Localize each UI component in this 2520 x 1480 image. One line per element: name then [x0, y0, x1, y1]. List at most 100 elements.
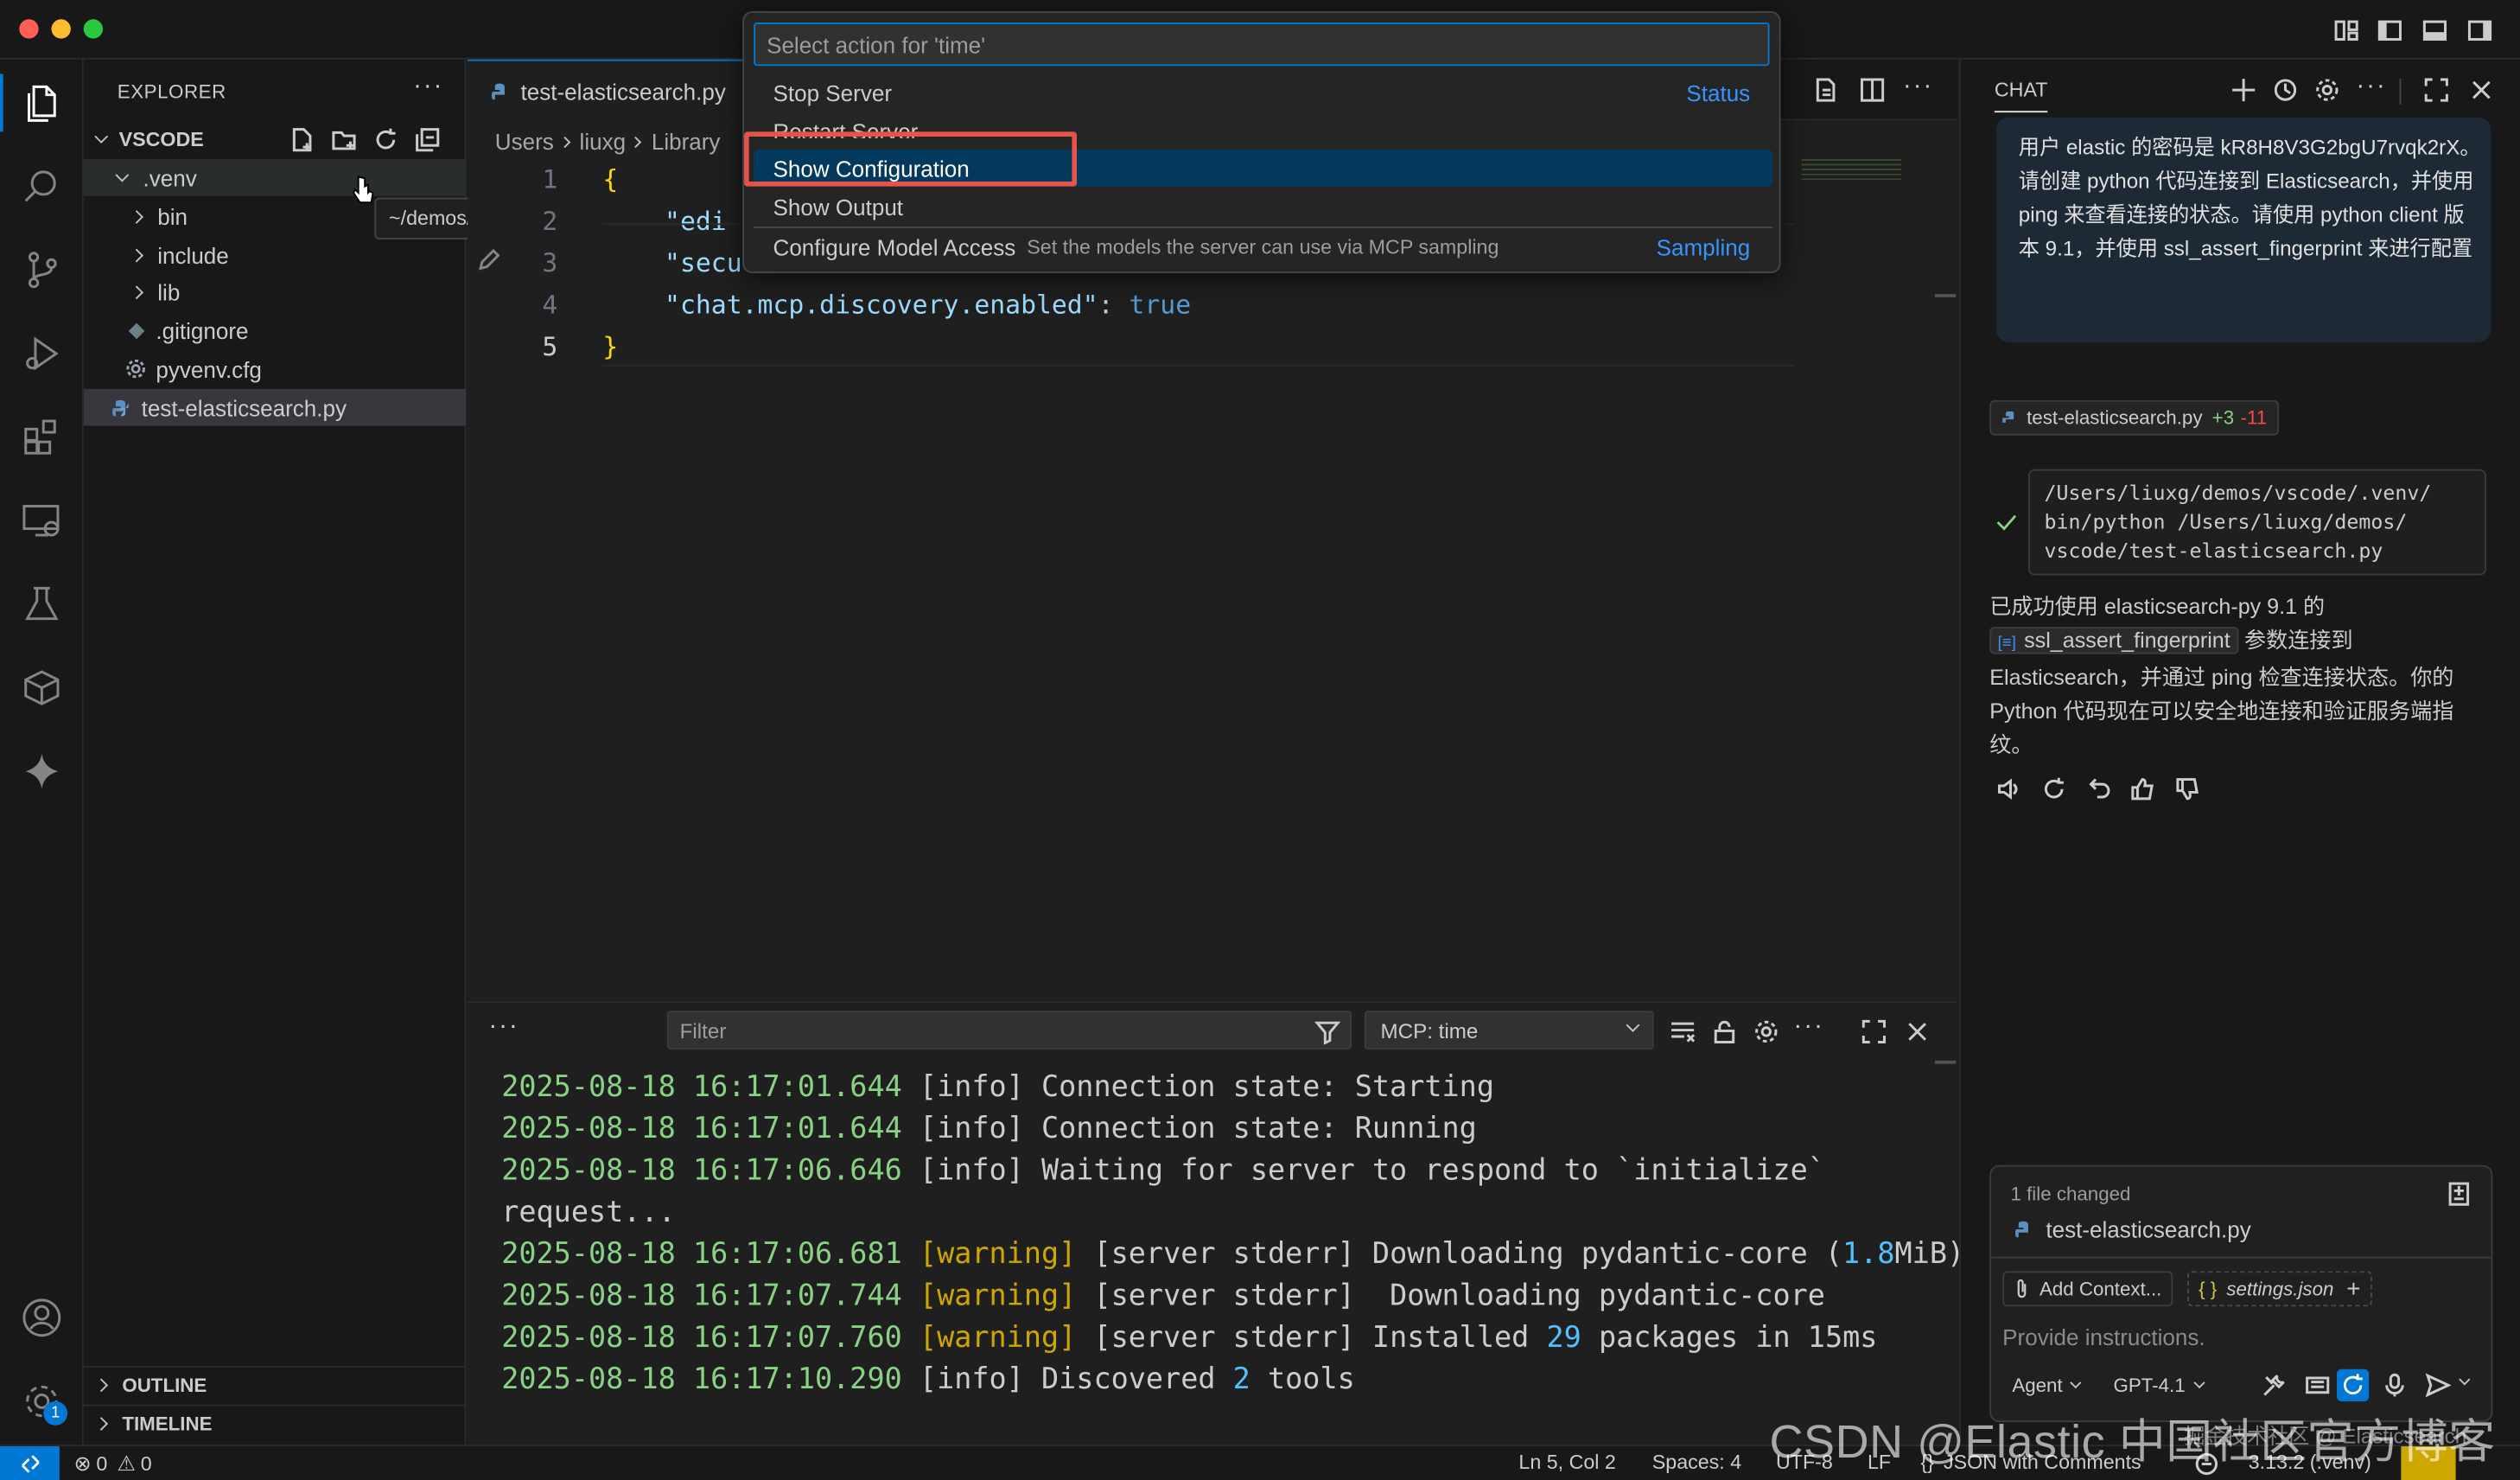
cursor-position[interactable]: Ln 5, Col 2: [1518, 1451, 1615, 1474]
quick-pick-item-stop-server[interactable]: Stop Server Status: [754, 74, 1772, 112]
changed-file-name: test-elasticsearch.py: [2046, 1216, 2251, 1242]
toggle-secondary-sidebar-icon[interactable]: [2467, 17, 2493, 43]
minimize-window-button[interactable]: [51, 19, 71, 39]
search-icon[interactable]: [16, 161, 68, 212]
new-file-icon[interactable]: [290, 127, 315, 153]
copilot-sparkle-icon[interactable]: [16, 746, 68, 797]
quick-pick-item-show-output[interactable]: Show Output: [754, 188, 1772, 225]
retry-icon[interactable]: [2041, 776, 2067, 802]
quick-pick-item-configure-model-access[interactable]: Configure Model Access Set the models th…: [754, 228, 1772, 265]
thumbs-down-icon[interactable]: [2174, 776, 2200, 802]
tree-item-pyvenv[interactable]: pyvenv.cfg: [84, 350, 467, 387]
chat-history-icon[interactable]: [2273, 77, 2299, 103]
tree-item-test-elasticsearch[interactable]: test-elasticsearch.py: [83, 388, 467, 426]
keyboard-icon[interactable]: [2305, 1373, 2331, 1399]
microphone-icon[interactable]: [2382, 1373, 2408, 1399]
read-aloud-icon[interactable]: [1996, 776, 2022, 802]
separator: [2399, 79, 2402, 105]
code-line: "edi: [602, 201, 727, 242]
remote-indicator[interactable]: [0, 1446, 60, 1480]
context-file-chip[interactable]: { } settings.json +: [2187, 1271, 2372, 1307]
remote-explorer-icon[interactable]: [16, 495, 68, 546]
edit-pencil-icon: [479, 249, 500, 271]
item-label: Stop Server: [773, 80, 893, 105]
source-control-icon[interactable]: [16, 245, 68, 296]
mode-picker[interactable]: Agent: [2012, 1374, 2083, 1396]
tree-item-label: .gitignore: [156, 317, 249, 343]
explorer-icon[interactable]: [16, 77, 68, 128]
send-icon[interactable]: [2425, 1373, 2452, 1399]
maximize-window-button[interactable]: [83, 19, 104, 39]
testing-icon[interactable]: [16, 578, 68, 629]
breadcrumb-item[interactable]: Users: [495, 129, 554, 155]
output-filter-input[interactable]: Filter: [666, 1011, 1352, 1049]
workspace-root[interactable]: VSCODE: [84, 120, 467, 157]
new-folder-icon[interactable]: [331, 127, 357, 153]
output-settings-gear-icon[interactable]: [1753, 1019, 1779, 1045]
maximize-panel-icon[interactable]: [1861, 1019, 1887, 1045]
accounts-icon[interactable]: [16, 1292, 68, 1343]
close-chat-icon[interactable]: [2468, 77, 2494, 103]
model-picker[interactable]: GPT-4.1: [2114, 1374, 2205, 1396]
explorer-more-icon[interactable]: ···: [413, 73, 443, 101]
code-token: true: [1129, 289, 1192, 320]
chat-settings-gear-icon[interactable]: [2314, 77, 2340, 103]
breadcrumb-item[interactable]: liuxg: [580, 129, 627, 155]
editor-tab[interactable]: test-elasticsearch.py: [468, 59, 749, 121]
log-line: 2025-08-18 16:17:07.760 [warning] [serve…: [501, 1317, 1877, 1359]
containers-icon[interactable]: [16, 662, 68, 713]
terminal-command-block: /Users/liuxg/demos/vscode/.venv/ bin/pyt…: [2027, 469, 2486, 576]
inline-code-chip[interactable]: [≡] ssl_assert_fingerprint: [1989, 626, 2239, 654]
tools-icon[interactable]: [2262, 1373, 2288, 1399]
chat-tab[interactable]: CHAT: [1994, 79, 2048, 113]
problems-indicator[interactable]: ⊗ 0 ⚠ 0: [74, 1450, 152, 1478]
run-debug-icon[interactable]: [16, 328, 68, 379]
code-editor[interactable]: 1{2 "edi 3 "secu 4 "chat.mcp.discovery.ena…: [468, 159, 1957, 999]
view-changes-icon[interactable]: [2446, 1181, 2472, 1207]
code-token: {: [602, 163, 619, 195]
breadcrumb-item[interactable]: Library: [652, 129, 721, 155]
output-channel-select[interactable]: MCP: time: [1364, 1011, 1654, 1049]
tree-item-lib[interactable]: lib: [84, 273, 467, 310]
undo-icon[interactable]: [2086, 776, 2112, 802]
minimap[interactable]: [1801, 159, 1902, 182]
extensions-icon[interactable]: [16, 411, 68, 462]
timeline-section[interactable]: TIMELINE: [83, 1404, 467, 1442]
chevron-down-icon[interactable]: [2459, 1374, 2471, 1386]
lock-scroll-icon[interactable]: [1712, 1019, 1738, 1045]
close-panel-icon[interactable]: [1905, 1019, 1931, 1045]
toggle-primary-sidebar-icon[interactable]: [2377, 17, 2402, 43]
chat-input-placeholder[interactable]: Provide instructions.: [2002, 1324, 2205, 1350]
close-window-button[interactable]: [19, 19, 39, 39]
outline-section[interactable]: OUTLINE: [83, 1366, 467, 1403]
maximize-chat-icon[interactable]: [2423, 77, 2449, 103]
output-log[interactable]: 2025-08-18 16:17:01.644 [info] Connectio…: [468, 1067, 1964, 1446]
split-editor-icon[interactable]: [1860, 77, 1886, 103]
filter-icon[interactable]: [1314, 1019, 1340, 1045]
remote-icon: [21, 1455, 39, 1473]
edited-file-chip[interactable]: test-elasticsearch.py +3 -11: [1989, 399, 2279, 436]
thumbs-up-icon[interactable]: [2129, 776, 2155, 802]
new-chat-icon[interactable]: [2230, 77, 2256, 103]
editor-more-icon[interactable]: ···: [1903, 73, 1933, 101]
auto-approve-toggle[interactable]: [2337, 1368, 2370, 1401]
add-icon[interactable]: +: [2346, 1275, 2360, 1303]
quick-pick-input[interactable]: Select action for 'time': [754, 22, 1770, 67]
refresh-icon[interactable]: [372, 127, 398, 153]
changed-file-row[interactable]: test-elasticsearch.py: [2014, 1216, 2251, 1242]
collapse-all-icon[interactable]: [415, 127, 441, 153]
toggle-panel-icon[interactable]: [2422, 17, 2448, 43]
tree-item-venv[interactable]: .venv: [83, 159, 467, 196]
chat-more-icon[interactable]: ···: [2356, 73, 2386, 101]
add-context-button[interactable]: Add Context...: [2002, 1271, 2173, 1307]
indentation[interactable]: Spaces: 4: [1652, 1451, 1741, 1474]
tree-item-include[interactable]: include: [84, 236, 467, 273]
customize-layout-icon[interactable]: [2333, 17, 2359, 43]
tree-item-gitignore[interactable]: .gitignore: [84, 312, 467, 349]
open-settings-json-icon[interactable]: [1813, 77, 1839, 103]
panel-more-icon[interactable]: ···: [488, 1012, 519, 1041]
clear-output-icon[interactable]: [1670, 1019, 1696, 1045]
code-token: "edi: [602, 205, 727, 237]
mouse-pointer-icon: [353, 175, 374, 204]
output-more-icon[interactable]: ···: [1793, 1012, 1823, 1041]
